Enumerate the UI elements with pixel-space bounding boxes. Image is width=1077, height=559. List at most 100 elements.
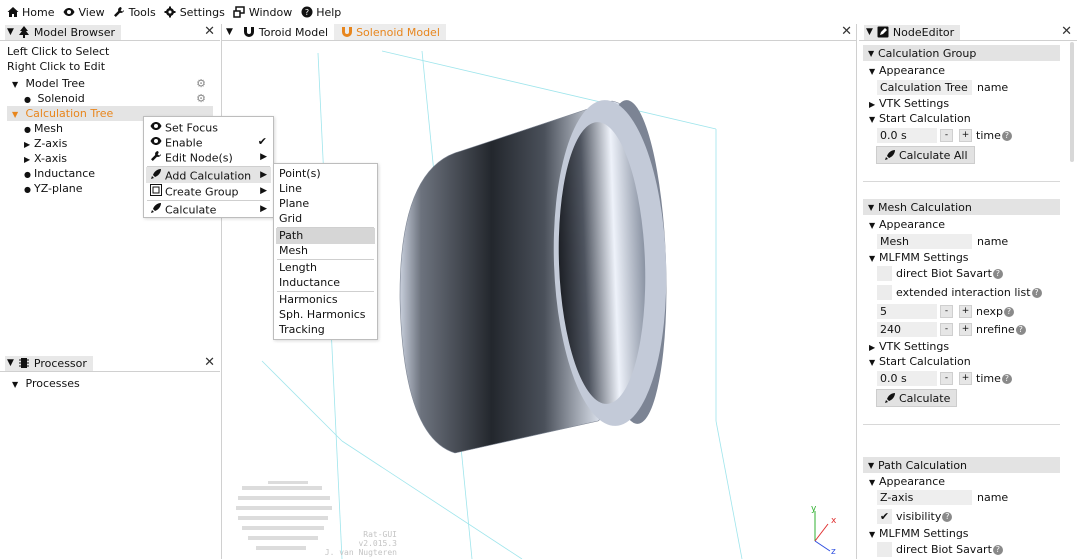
- tree-item-model-tree[interactable]: ▼ Model Tree ⚙: [12, 76, 212, 91]
- menu-window[interactable]: Window: [233, 6, 292, 19]
- calculate-button[interactable]: Calculate: [876, 389, 958, 407]
- increment-button[interactable]: +: [959, 305, 972, 318]
- menu-settings[interactable]: Settings: [164, 6, 225, 19]
- name-label: name: [977, 81, 1009, 94]
- subsection-vtk-settings[interactable]: ▶ VTK Settings: [869, 339, 949, 354]
- name-field[interactable]: Calculation Tree: [877, 80, 972, 95]
- nexp-field[interactable]: 5: [877, 304, 937, 319]
- time-field[interactable]: 0.0 s: [877, 371, 937, 386]
- collapse-panel-icon[interactable]: ▼: [7, 358, 14, 368]
- calculate-all-button[interactable]: Calculate All: [876, 146, 975, 164]
- subsection-appearance[interactable]: ▼ Appearance: [869, 474, 945, 489]
- increment-button[interactable]: +: [959, 129, 972, 142]
- subsection-appearance[interactable]: ▼ Appearance: [869, 217, 945, 232]
- tree-item-yz-plane[interactable]: ● YZ-plane: [24, 181, 83, 196]
- subsection-mlfmm-settings[interactable]: ▼ MLFMM Settings: [869, 526, 969, 541]
- increment-button[interactable]: +: [959, 372, 972, 385]
- close-icon[interactable]: ✕: [204, 356, 215, 370]
- gears-icon[interactable]: ⚙: [196, 76, 206, 91]
- menu-item-create-group[interactable]: Create Group ▶: [146, 183, 271, 199]
- submenu-item-harmonics[interactable]: Harmonics: [276, 292, 375, 308]
- menu-item-set-focus[interactable]: Set Focus: [146, 119, 271, 135]
- nexp-label-text: nexp: [976, 305, 1004, 318]
- help-icon[interactable]: ?: [1031, 288, 1042, 298]
- name-field[interactable]: Z-axis: [877, 490, 972, 505]
- submenu-item-path[interactable]: Path: [276, 228, 375, 244]
- section-path-calculation[interactable]: ▼ Path Calculation: [863, 457, 1060, 473]
- submenu-item-grid[interactable]: Grid: [276, 211, 375, 227]
- tree-item-inductance[interactable]: ● Inductance: [24, 166, 95, 181]
- menu-help[interactable]: ? Help: [300, 6, 341, 19]
- section-mesh-calculation[interactable]: ▼ Mesh Calculation: [863, 199, 1060, 215]
- tree-item-label: Z-axis: [34, 137, 68, 150]
- menu-item-label: Edit Node(s): [165, 151, 233, 165]
- subsection-appearance[interactable]: ▼ Appearance: [869, 63, 945, 78]
- scrollbar[interactable]: [1070, 42, 1074, 162]
- decrement-button[interactable]: -: [940, 323, 953, 336]
- menu-item-enable[interactable]: Enable ✔: [146, 134, 271, 150]
- menu-item-calculate[interactable]: Calculate ▶: [146, 201, 271, 217]
- menu-item-edit-nodes[interactable]: Edit Node(s) ▶: [146, 149, 271, 165]
- submenu-item-line[interactable]: Line: [276, 181, 375, 197]
- tree-item-processes[interactable]: ▼ Processes: [12, 376, 80, 391]
- collapsed-arrow-icon: ▶: [869, 343, 876, 352]
- menu-item-add-calculation[interactable]: Add Calculation ▶: [146, 167, 271, 183]
- decrement-button[interactable]: -: [940, 305, 953, 318]
- help-icon[interactable]: ?: [1015, 325, 1026, 335]
- submenu-item-mesh[interactable]: Mesh: [276, 243, 375, 259]
- section-calculation-group[interactable]: ▼ Calculation Group: [863, 45, 1060, 61]
- help-icon[interactable]: ?: [1004, 307, 1015, 317]
- subsection-start-calculation[interactable]: ▼ Start Calculation: [869, 354, 971, 369]
- solenoid-ring-model[interactable]: [399, 98, 672, 454]
- subsection-mlfmm-settings[interactable]: ▼ MLFMM Settings: [869, 250, 969, 265]
- help-icon[interactable]: ?: [1001, 374, 1012, 384]
- tree-item-label: Mesh: [34, 122, 63, 135]
- help-icon[interactable]: ?: [992, 269, 1003, 279]
- submenu-item-points[interactable]: Point(s): [276, 166, 375, 182]
- menu-tools[interactable]: Tools: [113, 6, 156, 19]
- tree-item-solenoid[interactable]: ● Solenoid ⚙: [24, 91, 212, 106]
- tree-item-label: Model Tree: [25, 77, 85, 90]
- decrement-button[interactable]: -: [940, 372, 953, 385]
- help-icon[interactable]: ?: [942, 512, 953, 522]
- group-icon: [149, 183, 162, 196]
- menu-view[interactable]: View: [62, 6, 105, 19]
- submenu-item-length[interactable]: Length: [276, 260, 375, 276]
- tab-toroid-model[interactable]: Toroid Model: [237, 24, 334, 40]
- submenu-item-sph-harmonics[interactable]: Sph. Harmonics: [276, 307, 375, 323]
- help-icon[interactable]: ?: [1001, 131, 1012, 141]
- subsection-start-calculation[interactable]: ▼ Start Calculation: [869, 111, 971, 126]
- context-menu: Set Focus Enable ✔ Edit Node(s) ▶ Add Ca…: [143, 116, 274, 218]
- collapse-panel-icon[interactable]: ▼: [226, 27, 233, 37]
- edit-icon: [877, 26, 890, 39]
- submenu-item-tracking[interactable]: Tracking: [276, 322, 375, 338]
- increment-button[interactable]: +: [959, 323, 972, 336]
- close-icon[interactable]: ✕: [204, 25, 215, 39]
- tab-solenoid-model[interactable]: Solenoid Model: [334, 24, 446, 40]
- help-icon[interactable]: ?: [992, 545, 1003, 555]
- submenu-item-inductance[interactable]: Inductance: [276, 275, 375, 291]
- node-editor-panel: ▼ NodeEditor ✕ ▼ Calculation Group ▼ Appea…: [859, 24, 1077, 559]
- direct-biot-savart-checkbox[interactable]: [877, 542, 892, 557]
- tree-item-z-axis[interactable]: ▶ Z-axis: [24, 136, 67, 151]
- time-field[interactable]: 0.0 s: [877, 128, 937, 143]
- close-icon[interactable]: ✕: [841, 25, 852, 39]
- name-field[interactable]: Mesh: [877, 234, 972, 249]
- direct-biot-savart-checkbox[interactable]: [877, 266, 892, 281]
- collapse-panel-icon[interactable]: ▼: [7, 27, 14, 37]
- nrefine-field[interactable]: 240: [877, 322, 937, 337]
- menu-home[interactable]: Home: [6, 6, 54, 19]
- gear-icon[interactable]: ⚙: [196, 91, 206, 106]
- visibility-checkbox[interactable]: ✔: [877, 509, 892, 524]
- extended-interaction-checkbox[interactable]: [877, 285, 892, 300]
- menu-item-label: Add Calculation: [165, 169, 252, 183]
- submenu-item-plane[interactable]: Plane: [276, 196, 375, 212]
- eye-icon: [62, 6, 75, 19]
- time-label-text: time: [976, 372, 1001, 385]
- collapse-panel-icon[interactable]: ▼: [866, 27, 873, 37]
- tree-item-mesh[interactable]: ● Mesh: [24, 121, 63, 136]
- subsection-vtk-settings[interactable]: ▶ VTK Settings: [869, 96, 949, 111]
- tree-item-x-axis[interactable]: ▶ X-axis: [24, 151, 67, 166]
- close-icon[interactable]: ✕: [1061, 25, 1072, 39]
- decrement-button[interactable]: -: [940, 129, 953, 142]
